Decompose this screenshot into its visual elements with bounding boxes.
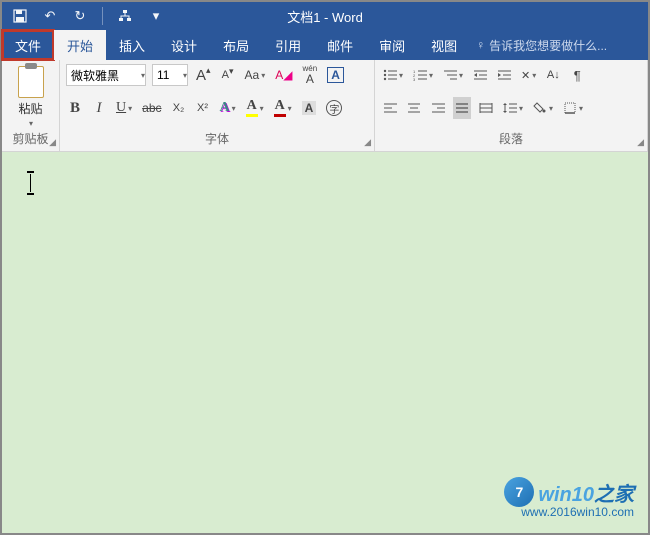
font-name-combo[interactable]: 微软雅黑 ▾	[66, 64, 146, 86]
group-label-paragraph: 段落	[381, 130, 641, 149]
chevron-down-icon: ▾	[399, 71, 403, 80]
qat-separator	[102, 7, 103, 25]
chevron-down-icon: ▾	[128, 104, 132, 113]
distributed-button[interactable]	[477, 97, 495, 119]
asian-layout-button[interactable]: ✕▾	[519, 64, 538, 86]
clipboard-icon	[18, 66, 44, 98]
italic-button[interactable]: I	[90, 97, 108, 119]
subscript-button[interactable]: X₂	[170, 97, 188, 119]
decrease-indent-button[interactable]	[471, 64, 489, 86]
chevron-down-icon: ▾	[532, 71, 536, 80]
underline-button[interactable]: U▾	[114, 97, 134, 119]
lightbulb-icon: ♀	[476, 38, 485, 52]
tab-file[interactable]: 文件	[2, 30, 54, 60]
tab-insert[interactable]: 插入	[106, 30, 158, 60]
char-border-button[interactable]: A	[325, 64, 346, 86]
shading-button[interactable]: ▾	[531, 97, 555, 119]
align-left-button[interactable]	[381, 97, 399, 119]
phonetic-guide-button[interactable]: wénA	[301, 64, 320, 86]
clear-formatting-button[interactable]: A◢	[273, 64, 294, 86]
bold-button[interactable]: B	[66, 97, 84, 119]
chevron-down-icon: ▾	[519, 104, 523, 113]
tab-view[interactable]: 视图	[418, 30, 470, 60]
chevron-down-icon: ▾	[288, 104, 292, 113]
svg-text:3: 3	[413, 77, 416, 81]
change-case-button[interactable]: Aa▾	[243, 64, 268, 86]
font-size-value: 11	[157, 68, 169, 82]
chevron-down-icon: ▾	[141, 71, 145, 80]
enclosed-char-button[interactable]: 字	[324, 97, 344, 119]
borders-button[interactable]: ▾	[561, 97, 585, 119]
paste-label: 粘贴	[18, 100, 42, 117]
chevron-down-icon: ▾	[429, 71, 433, 80]
document-title: 文档1 - Word	[287, 7, 363, 26]
tab-references[interactable]: 引用	[262, 30, 314, 60]
group-clipboard: 粘贴 ▾ 剪贴板 ◢	[2, 60, 60, 151]
chevron-down-icon: ▾	[459, 71, 463, 80]
increase-indent-button[interactable]	[495, 64, 513, 86]
chevron-down-icon: ▾	[261, 71, 265, 80]
font-name-value: 微软雅黑	[71, 67, 119, 84]
watermark: 7 win10之家 www.2016win10.com	[504, 477, 634, 519]
chevron-down-icon: ▾	[232, 104, 236, 113]
chevron-down-icon: ▾	[29, 119, 33, 128]
chevron-down-icon: ▾	[260, 104, 264, 113]
align-center-button[interactable]	[405, 97, 423, 119]
qat-customize-icon[interactable]: ▾	[148, 8, 164, 24]
char-shading-button[interactable]: A	[300, 97, 319, 119]
grow-font-button[interactable]: A▴	[194, 64, 213, 86]
align-justify-button[interactable]	[453, 97, 471, 119]
tell-me-search[interactable]: ♀ 告诉我您想要做什么...	[476, 30, 607, 60]
group-label-font: 字体	[66, 130, 368, 149]
tab-mail[interactable]: 邮件	[314, 30, 366, 60]
superscript-button[interactable]: X²	[194, 97, 212, 119]
font-size-combo[interactable]: 11 ▾	[152, 64, 188, 86]
clipboard-launcher-icon[interactable]: ◢	[49, 137, 56, 148]
multilevel-list-button[interactable]: ▾	[441, 64, 465, 86]
align-right-button[interactable]	[429, 97, 447, 119]
line-spacing-button[interactable]: ▾	[501, 97, 525, 119]
save-icon[interactable]	[12, 8, 28, 24]
chevron-down-icon: ▾	[579, 104, 583, 113]
font-color-button[interactable]: A▾	[272, 97, 294, 119]
text-cursor	[30, 174, 31, 192]
ribbon-tabs: 文件 开始 插入 设计 布局 引用 邮件 审阅 视图 ♀ 告诉我您想要做什么..…	[2, 30, 648, 60]
watermark-logo-icon: 7	[504, 477, 534, 507]
chevron-down-icon: ▾	[549, 104, 553, 113]
strikethrough-button[interactable]: abc	[140, 97, 163, 119]
paragraph-launcher-icon[interactable]: ◢	[637, 137, 644, 148]
bullets-button[interactable]: ▾	[381, 64, 405, 86]
highlight-button[interactable]: A▾	[244, 97, 266, 119]
paste-button[interactable]: 粘贴 ▾	[8, 64, 53, 128]
title-bar: ↶ ↻ ▾ 文档1 - Word	[2, 2, 648, 30]
group-paragraph: ▾ 123▾ ▾ ✕▾ A↓ ¶ ▾ ▾ ▾ 段落 ◢	[375, 60, 648, 151]
sort-button[interactable]: A↓	[544, 64, 562, 86]
tab-layout[interactable]: 布局	[210, 30, 262, 60]
tab-design[interactable]: 设计	[158, 30, 210, 60]
group-font: 微软雅黑▾ 11▾ A▴ A▾ Aa▾ A◢ wénA A B I U▾ abc	[60, 60, 375, 151]
group-label-clipboard: 剪贴板	[8, 130, 53, 149]
ribbon: 粘贴 ▾ 剪贴板 ◢ 微软雅黑▾ 11▾ A▴ A▾ Aa▾ A◢ wénA	[2, 60, 648, 152]
document-canvas[interactable]: 7 win10之家 www.2016win10.com	[2, 152, 648, 533]
show-marks-button[interactable]: ¶	[568, 64, 586, 86]
org-chart-icon[interactable]	[117, 8, 133, 24]
font-launcher-icon[interactable]: ◢	[364, 137, 371, 148]
text-effects-button[interactable]: A▾	[218, 97, 238, 119]
numbering-button[interactable]: 123▾	[411, 64, 435, 86]
tab-review[interactable]: 审阅	[366, 30, 418, 60]
watermark-brand: win10之家	[538, 478, 634, 507]
tab-home[interactable]: 开始	[54, 30, 106, 60]
chevron-down-icon: ▾	[183, 71, 187, 80]
watermark-url: www.2016win10.com	[521, 505, 634, 519]
tell-me-placeholder: 告诉我您想要做什么...	[489, 37, 607, 54]
quick-access-toolbar: ↶ ↻ ▾	[2, 7, 164, 25]
redo-icon[interactable]: ↻	[72, 8, 88, 24]
undo-icon[interactable]: ↶	[42, 8, 58, 24]
shrink-font-button[interactable]: A▾	[219, 64, 237, 86]
